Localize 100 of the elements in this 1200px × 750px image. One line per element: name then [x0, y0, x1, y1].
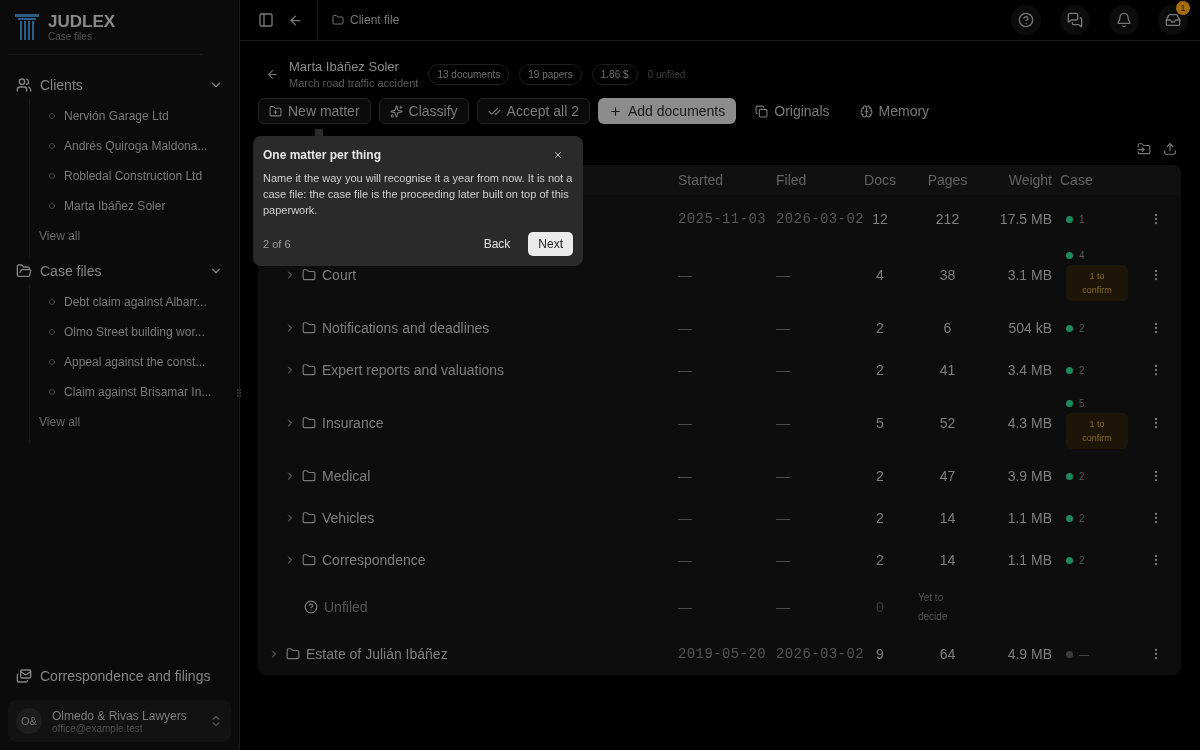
- sidebar-section[interactable]: Clients: [8, 71, 231, 99]
- breadcrumb: Client file: [350, 13, 400, 27]
- tour-button[interactable]: Back: [473, 232, 521, 256]
- docs-cell-text: 12: [871, 211, 889, 227]
- pages-cell-text: 52: [938, 415, 957, 431]
- row-name[interactable]: Expert reports and valuations: [322, 362, 505, 378]
- close-button[interactable]: [553, 150, 563, 160]
- date-cell-text: —: [775, 320, 791, 336]
- folder-icon: [302, 553, 316, 567]
- sidebar-item[interactable]: Andrés Quiroga Maldona...: [39, 131, 231, 161]
- date-cell-text: —: [677, 362, 693, 378]
- tour-title: One matter per thing: [263, 148, 381, 162]
- users-icon: [16, 77, 32, 93]
- sidebar-toggle-icon[interactable]: [258, 12, 274, 28]
- bullet-icon: [49, 203, 55, 209]
- mail-icon: [16, 668, 32, 684]
- row-name[interactable]: Vehicles: [322, 510, 375, 526]
- brain-icon: [859, 104, 873, 118]
- account-email: office@example.test: [52, 722, 143, 734]
- weight-cell-text: 3.9 MB: [1006, 468, 1052, 484]
- case-count: 2: [1079, 512, 1085, 524]
- folder-icon: [286, 647, 300, 661]
- row-name[interactable]: Estate of Julián Ibáñez: [306, 646, 448, 662]
- sidebar-item[interactable]: Olmo Street building wor...: [39, 317, 231, 347]
- date-cell-text: —: [775, 552, 791, 568]
- sidebar-item[interactable]: Nervión Garage Ltd: [39, 101, 231, 131]
- sidebar-item[interactable]: Robledal Construction Ltd: [39, 161, 231, 191]
- sidebar-section[interactable]: Case files: [8, 257, 231, 285]
- weight-cell-text: 4.9 MB: [1006, 646, 1052, 662]
- case-count: 4: [1079, 249, 1085, 261]
- weight-cell-text: 17.5 MB: [998, 211, 1052, 227]
- toolbar-button[interactable]: Classify: [378, 98, 469, 124]
- toolbar-button[interactable]: Add documents: [597, 98, 737, 124]
- view-all-link[interactable]: View all: [39, 221, 231, 251]
- upload-icon[interactable]: [1163, 142, 1177, 156]
- app-subtitle: Case files: [48, 30, 93, 42]
- bullet-icon: [49, 329, 55, 335]
- sidebar-item[interactable]: Marta Ibáñez Soler: [39, 191, 231, 221]
- row-name[interactable]: Court: [322, 267, 357, 283]
- docs-cell-text: 2: [875, 510, 885, 526]
- pages-cell-text: 14: [938, 552, 957, 568]
- toolbar-button[interactable]: Memory: [848, 98, 941, 124]
- confirm-badge: 1 to confirm: [1066, 264, 1128, 301]
- pages-cell-text: 14: [938, 510, 957, 526]
- close-icon: [553, 150, 563, 160]
- row-name[interactable]: Notifications and deadlines: [322, 320, 490, 336]
- toolbar-button[interactable]: Originals: [744, 98, 841, 124]
- sparkles-icon: [389, 104, 403, 118]
- sidebar-link[interactable]: Correspondence and filings: [8, 662, 231, 690]
- weight-cell-text: 3.4 MB: [1006, 362, 1052, 378]
- case-count: 2: [1079, 364, 1085, 376]
- docs-cell-text: 2: [875, 320, 885, 336]
- resize-handle-icon[interactable]: [234, 388, 244, 398]
- bullet-icon: [49, 299, 55, 305]
- folder-icon: [302, 416, 316, 430]
- folder-icon: [332, 14, 344, 26]
- date-cell-text: —: [677, 552, 693, 568]
- plus-icon: [608, 104, 622, 118]
- row-name[interactable]: Insurance: [322, 415, 384, 431]
- toolbar-button[interactable]: New matter: [258, 98, 371, 124]
- row-name[interactable]: Medical: [322, 468, 371, 484]
- notifications-button[interactable]: [1109, 5, 1139, 35]
- date-cell-text: —: [677, 468, 693, 484]
- docs-cell-text: 2: [875, 362, 885, 378]
- pages-cell-text: 212: [934, 211, 961, 227]
- sidebar-item[interactable]: Claim against Brisamar In...: [39, 377, 231, 407]
- pages-cell-text: Yet to decide: [917, 591, 949, 624]
- column-header: Docs: [863, 172, 897, 188]
- date-cell-text: —: [677, 415, 693, 431]
- case-count: 2: [1079, 470, 1085, 482]
- question-icon: [304, 600, 318, 614]
- folder-icon: [302, 469, 316, 483]
- date-cell-text: —: [677, 267, 693, 283]
- row-name[interactable]: Correspondence: [322, 552, 426, 568]
- tour-button[interactable]: Next: [528, 232, 573, 256]
- account-switcher[interactable]: O& Olmedo & Rivas Lawyers office@example.test: [8, 700, 231, 742]
- bell-icon: [1116, 12, 1132, 28]
- view-all-link[interactable]: View all: [39, 407, 231, 437]
- help-icon: [1018, 12, 1034, 28]
- case-count: 2: [1079, 322, 1085, 334]
- weight-cell-text: 1.1 MB: [1006, 510, 1052, 526]
- weight-cell-text: 504 kB: [1007, 320, 1052, 336]
- back-icon[interactable]: [266, 67, 279, 81]
- docs-cell-text: 5: [875, 415, 885, 431]
- folder-plus-icon: [269, 104, 282, 118]
- messages-button[interactable]: [1060, 5, 1090, 35]
- case-count: 5: [1079, 397, 1085, 409]
- sidebar-item[interactable]: Debt claim against Albarr...: [39, 287, 231, 317]
- help-button[interactable]: [1011, 5, 1041, 35]
- confirm-badge: 1 to confirm: [1066, 412, 1128, 449]
- date-cell-text: —: [775, 510, 791, 526]
- back-icon[interactable]: [288, 12, 303, 28]
- case-count: 1: [1079, 213, 1085, 225]
- sidebar-item[interactable]: Appeal against the const...: [39, 347, 231, 377]
- folder-import-icon[interactable]: [1137, 142, 1151, 156]
- pages-cell-text: 6: [942, 320, 953, 336]
- folder-icon: [302, 321, 316, 335]
- row-name[interactable]: Unfiled: [324, 599, 368, 615]
- docs-cell-text: 9: [875, 646, 885, 662]
- toolbar-button[interactable]: Accept all 2: [476, 98, 590, 124]
